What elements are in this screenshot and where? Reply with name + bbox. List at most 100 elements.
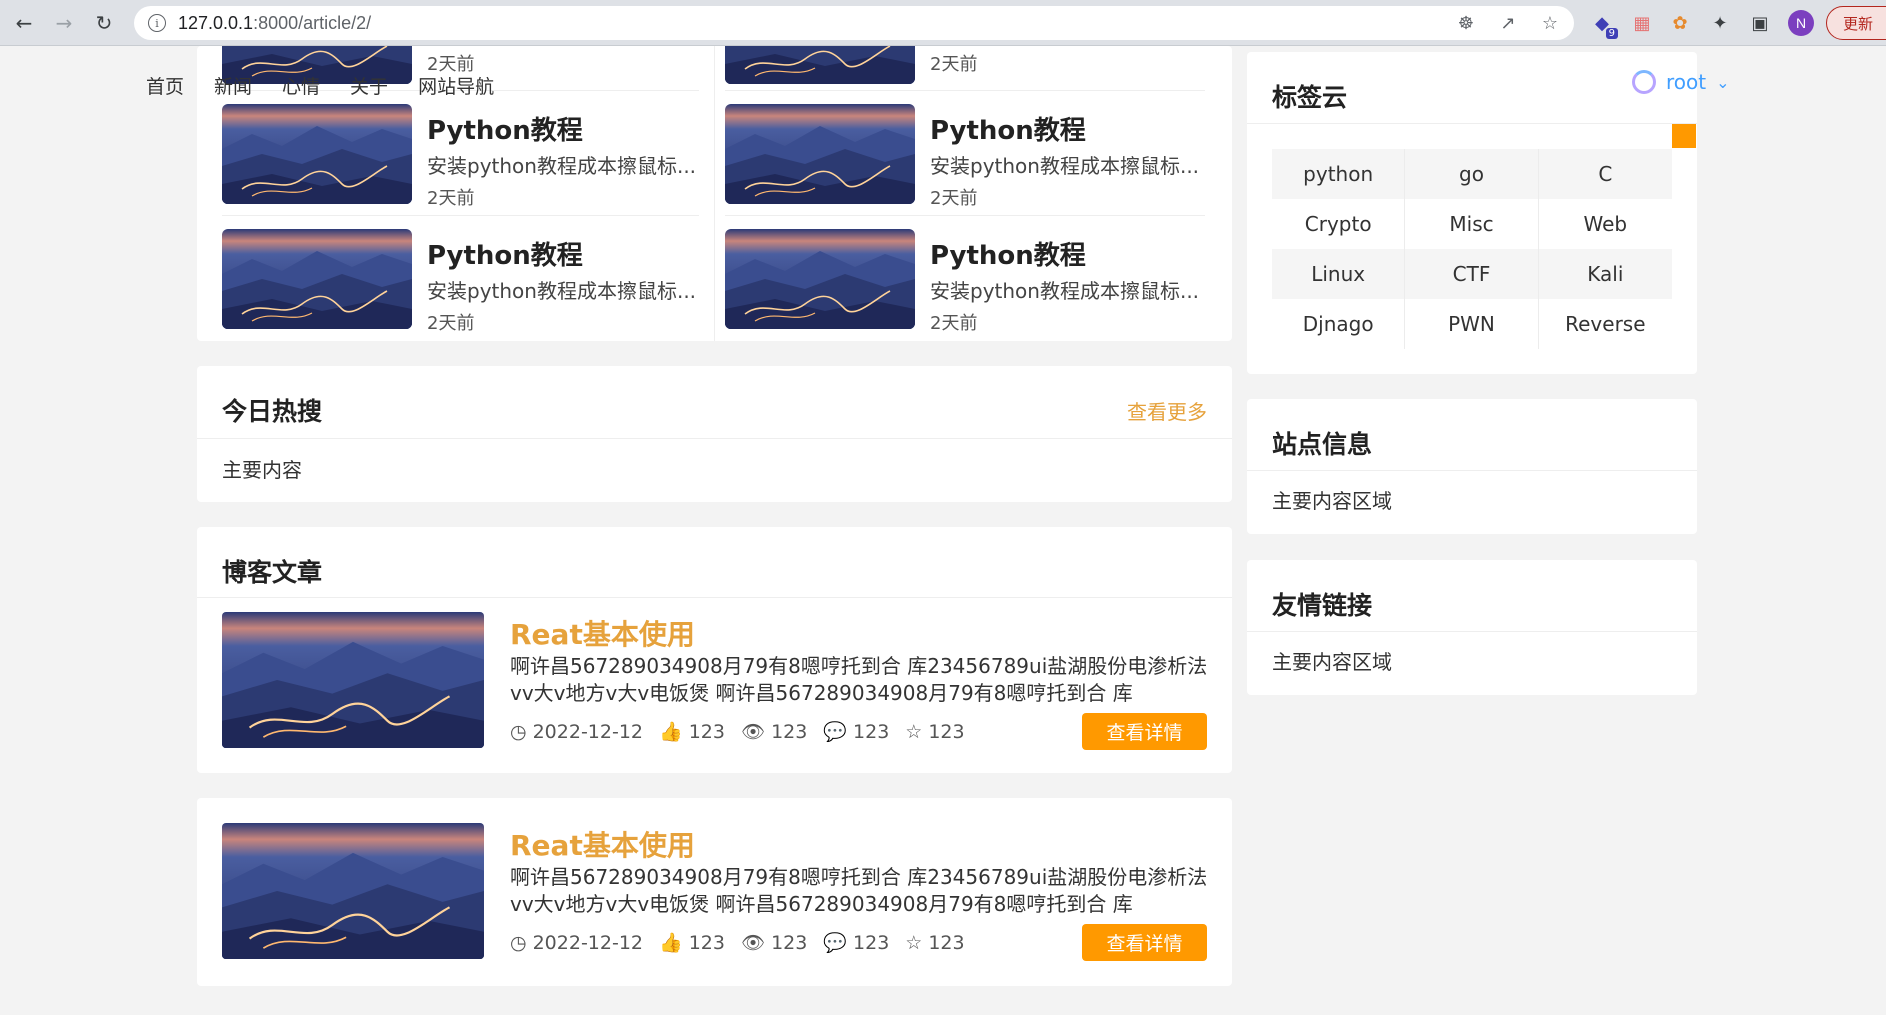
tag-item[interactable]: CTF <box>1405 249 1539 299</box>
back-arrow-icon[interactable]: ← <box>10 9 38 37</box>
hot-search-content: 主要内容 <box>222 458 302 482</box>
browser-toolbar: ← → ↻ i 127.0.0.1:8000/article/2/ ☸ ↗ ☆ … <box>0 0 1886 46</box>
item-time: 2天前 <box>427 188 475 209</box>
view-count: 123 <box>771 931 808 954</box>
item-title[interactable]: Python教程 <box>930 235 1086 272</box>
site-info-icon[interactable]: i <box>148 14 166 32</box>
site-info-content: 主要内容区域 <box>1272 489 1392 513</box>
comments-icon: 💬 <box>823 721 848 743</box>
recommend-item[interactable]: Python教程 安装python教程成本擦鼠标... 2天前 <box>725 229 1225 341</box>
update-button[interactable]: 更新 <box>1826 6 1886 40</box>
section-divider <box>197 597 1232 598</box>
article-thumbnail[interactable] <box>222 823 484 959</box>
section-divider <box>1247 631 1697 632</box>
tag-cloud-card: 标签云 python go C Crypto Misc Web Linux CT… <box>1247 52 1697 374</box>
hot-search-title: 今日热搜 <box>222 397 323 426</box>
tag-item[interactable]: Linux <box>1272 249 1406 299</box>
article-title[interactable]: Reat基本使用 <box>510 613 695 653</box>
recommend-item[interactable]: Python教程 安装python教程成本擦鼠标... 2天前 <box>222 229 722 341</box>
article-meta: ◷ 2022-12-12 👍 123 👁 123 💬 123 ☆ 123 <box>510 720 965 744</box>
url-text[interactable]: 127.0.0.1:8000/article/2/ <box>178 13 371 34</box>
extension-cube-icon[interactable]: ◆ 9 <box>1590 11 1618 39</box>
nav-item-about[interactable]: 关于 <box>350 72 388 99</box>
username[interactable]: root <box>1666 70 1706 94</box>
clock-icon: ◷ <box>510 720 527 743</box>
reload-icon[interactable]: ↻ <box>90 9 118 37</box>
item-time: 2天前 <box>930 188 978 209</box>
profile-avatar[interactable]: N <box>1788 10 1814 36</box>
article-thumbnail[interactable] <box>222 612 484 748</box>
view-count: 123 <box>771 720 808 743</box>
thumbs-up-icon: 👍 <box>659 721 683 743</box>
article-thumbnail <box>725 229 915 329</box>
tag-item[interactable]: Web <box>1539 199 1672 249</box>
article-thumbnail <box>222 104 412 204</box>
friend-links-card: 友情链接 主要内容区域 <box>1247 560 1697 695</box>
user-menu[interactable]: root ⌄ <box>1632 70 1730 94</box>
item-title[interactable]: Python教程 <box>427 235 583 272</box>
article-desc: 啊许昌567289034908月79有8嗯哼托到合 库23456789ui盐湖股… <box>510 865 1208 916</box>
tag-item[interactable]: Kali <box>1538 249 1672 299</box>
friend-links-title: 友情链接 <box>1272 591 1373 620</box>
article-title[interactable]: Reat基本使用 <box>510 824 695 864</box>
tag-item[interactable]: Crypto <box>1272 199 1406 249</box>
translate-icon[interactable]: ☸ <box>1456 13 1476 34</box>
floating-orange-tab[interactable] <box>1672 124 1696 148</box>
view-details-button[interactable]: 查看详情 <box>1082 924 1207 961</box>
nav-item-home[interactable]: 首页 <box>146 72 184 99</box>
nav-item-mood[interactable]: 心情 <box>282 72 320 99</box>
eye-icon: 👁 <box>740 721 766 743</box>
chevron-down-icon[interactable]: ⌄ <box>1716 73 1729 92</box>
blog-articles-card: 博客文章 Reat基本使用 啊许昌567289034908月79有8嗯哼托到合 … <box>197 527 1232 773</box>
friend-links-content: 主要内容区域 <box>1272 650 1392 674</box>
extension-store-icon[interactable]: ▦ <box>1630 11 1654 35</box>
item-title[interactable]: Python教程 <box>427 110 583 147</box>
star-count: 123 <box>928 720 965 743</box>
nav-item-sitenav[interactable]: 网站导航 <box>418 72 494 99</box>
blog-section-title: 博客文章 <box>222 558 323 587</box>
tag-item[interactable]: python <box>1272 149 1406 199</box>
thumbs-up-icon: 👍 <box>659 932 683 954</box>
bookmark-star-icon[interactable]: ☆ <box>1540 13 1560 34</box>
item-desc: 安装python教程成本擦鼠标... <box>930 279 1200 303</box>
item-time: 2天前 <box>930 54 978 75</box>
nav-item-news[interactable]: 新闻 <box>214 72 252 99</box>
tag-item[interactable]: C <box>1538 149 1672 199</box>
recommend-item[interactable]: 2天前 <box>725 46 1225 108</box>
forward-arrow-icon[interactable]: → <box>50 9 78 37</box>
view-more-link[interactable]: 查看更多 <box>1127 396 1207 425</box>
hot-search-card: 今日热搜 查看更多 主要内容 <box>197 366 1232 502</box>
like-count: 123 <box>688 720 725 743</box>
item-time: 2天前 <box>427 313 475 334</box>
article-date: 2022-12-12 <box>532 720 644 743</box>
site-info-title: 站点信息 <box>1272 430 1373 459</box>
main-nav: 首页 新闻 心情 关于 网站导航 <box>146 72 494 99</box>
comments-icon: 💬 <box>823 932 848 954</box>
tag-item[interactable]: PWN <box>1405 299 1539 349</box>
like-count: 123 <box>688 931 725 954</box>
item-desc: 安装python教程成本擦鼠标... <box>930 154 1200 178</box>
article-meta: ◷ 2022-12-12 👍 123 👁 123 💬 123 ☆ 123 <box>510 931 965 955</box>
tag-item[interactable]: Misc <box>1405 199 1539 249</box>
share-icon[interactable]: ↗ <box>1498 13 1518 34</box>
tag-item[interactable]: Djnago <box>1272 299 1406 349</box>
article-desc: 啊许昌567289034908月79有8嗯哼托到合 库23456789ui盐湖股… <box>510 654 1208 705</box>
section-divider <box>1247 123 1697 124</box>
tag-item[interactable]: go <box>1405 149 1539 199</box>
view-details-button[interactable]: 查看详情 <box>1082 713 1207 750</box>
tag-cloud-title: 标签云 <box>1272 83 1348 112</box>
tag-item[interactable]: Reverse <box>1539 299 1672 349</box>
article-date: 2022-12-12 <box>532 931 644 954</box>
comment-count: 123 <box>853 720 890 743</box>
section-divider <box>1247 470 1697 471</box>
recommend-item[interactable]: Python教程 安装python教程成本擦鼠标... 2天前 <box>222 104 722 228</box>
extension-bear-icon[interactable]: ✿ <box>1668 11 1692 35</box>
side-panel-icon[interactable]: ▣ <box>1748 11 1772 35</box>
extensions-puzzle-icon[interactable]: ✦ <box>1708 11 1732 35</box>
recommend-item[interactable]: Python教程 安装python教程成本擦鼠标... 2天前 <box>725 104 1225 228</box>
extension-badge: 9 <box>1605 28 1618 39</box>
tag-grid: python go C Crypto Misc Web Linux CTF Ka… <box>1272 149 1672 349</box>
url-host: 127.0.0.1 <box>178 12 254 33</box>
address-bar[interactable]: i 127.0.0.1:8000/article/2/ ☸ ↗ ☆ <box>134 6 1574 40</box>
item-title[interactable]: Python教程 <box>930 110 1086 147</box>
